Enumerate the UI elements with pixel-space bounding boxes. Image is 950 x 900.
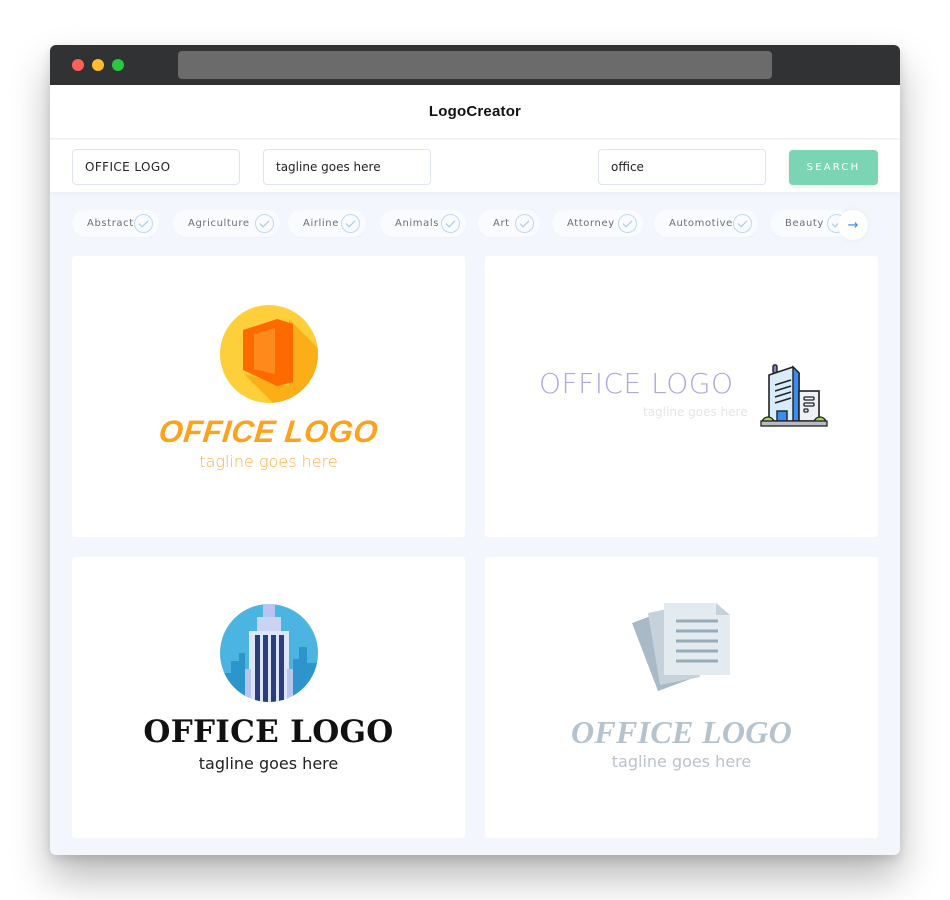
search-button[interactable]: SEARCH: [789, 150, 878, 185]
minimize-window-button[interactable]: [92, 59, 104, 71]
arrow-right-icon: →: [847, 217, 859, 233]
category-chip-art[interactable]: Art: [478, 210, 540, 237]
category-chip-animals[interactable]: Animals: [380, 210, 466, 237]
check-icon: [341, 214, 360, 233]
check-icon: [441, 214, 460, 233]
logo-tagline: tagline goes here: [611, 752, 752, 771]
keyword-input[interactable]: office: [598, 149, 766, 185]
category-chip-attorney[interactable]: Attorney: [552, 210, 643, 237]
logo-title: OFFICE LOGO: [539, 367, 734, 400]
logo-search-bar: OFFICE LOGO tagline goes here office SEA…: [50, 140, 900, 192]
categories-next-button[interactable]: →: [838, 210, 868, 240]
category-chip-automotive[interactable]: Automotive: [654, 210, 758, 237]
category-chip-abstract[interactable]: Abstract: [72, 210, 159, 237]
site-logo-title[interactable]: LogoCreator: [429, 103, 521, 120]
maximize-window-button[interactable]: [112, 59, 124, 71]
office-door-circle-icon: [220, 305, 318, 403]
check-icon: [255, 214, 274, 233]
logo-title: OFFICE LOGO: [570, 714, 793, 750]
address-bar[interactable]: [178, 51, 772, 79]
category-label: Automotive: [669, 218, 733, 229]
company-name-input[interactable]: OFFICE LOGO: [72, 149, 240, 185]
category-label: Agriculture: [188, 218, 250, 229]
category-label: Attorney: [567, 218, 615, 229]
close-window-button[interactable]: [72, 59, 84, 71]
office-building-icon: [760, 364, 828, 427]
logo-card[interactable]: OFFICE LOGO tagline goes here: [485, 256, 878, 537]
category-label: Abstract: [87, 218, 134, 229]
tagline-input[interactable]: tagline goes here: [263, 149, 431, 185]
category-label: Art: [493, 218, 510, 229]
category-filter-list: Abstract Agriculture Airline Animals Art…: [72, 210, 872, 238]
logo-card[interactable]: OFFICE LOGO tagline goes here: [72, 256, 465, 537]
check-icon: [515, 214, 534, 233]
documents-icon: [632, 603, 730, 691]
skyscraper-circle-icon: [220, 604, 318, 702]
category-label: Beauty: [785, 218, 824, 229]
category-chip-agriculture[interactable]: Agriculture: [173, 210, 280, 237]
check-icon: [134, 214, 153, 233]
logo-tagline: tagline goes here: [198, 754, 339, 773]
browser-window: LogoCreator OFFICE LOGO tagline goes her…: [50, 45, 900, 855]
logo-tagline: tagline goes here: [199, 452, 338, 471]
logo-title: OFFICE LOGO: [157, 414, 380, 449]
category-label: Animals: [395, 218, 440, 229]
check-icon: [733, 214, 752, 233]
logo-card[interactable]: OFFICE LOGO tagline goes here: [72, 557, 465, 838]
category-chip-airline[interactable]: Airline: [288, 210, 366, 237]
logo-title: OFFICE LOGO: [143, 714, 394, 750]
title-bar: [50, 45, 900, 85]
site-header: LogoCreator: [50, 85, 900, 139]
category-label: Airline: [303, 218, 339, 229]
logo-card[interactable]: OFFICE LOGO tagline goes here: [485, 557, 878, 838]
check-icon: [618, 214, 637, 233]
logo-tagline: tagline goes here: [643, 405, 748, 419]
